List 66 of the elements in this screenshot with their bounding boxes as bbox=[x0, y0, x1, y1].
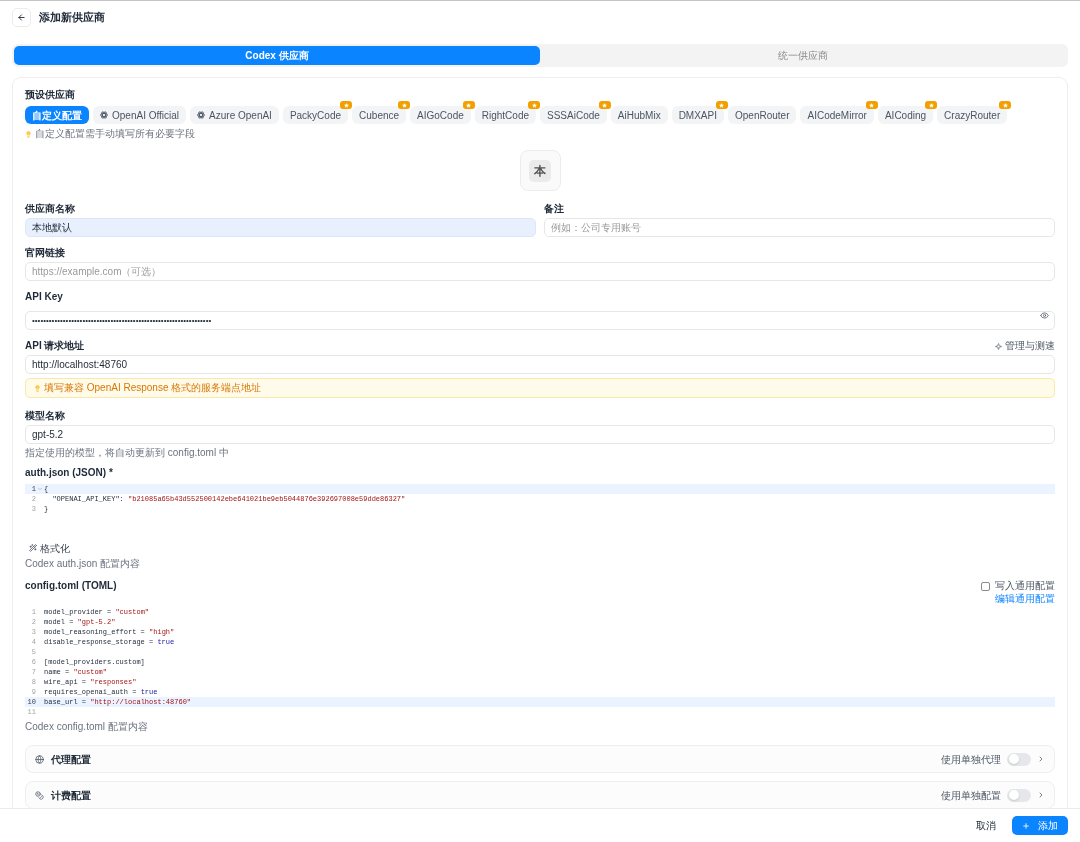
format-button[interactable]: 格式化 bbox=[29, 541, 70, 555]
preset-chip[interactable]: CrazyRouter bbox=[937, 106, 1008, 124]
add-button[interactable]: 添加 bbox=[1012, 816, 1068, 835]
toggle-switch[interactable] bbox=[1007, 788, 1031, 802]
edit-common-config-link[interactable]: 编辑通用配置 bbox=[995, 593, 1055, 605]
hint-text: 自定义配置需手动填写所有必要字段 bbox=[35, 128, 195, 140]
preset-chip[interactable]: OpenRouter bbox=[728, 106, 797, 124]
text-input[interactable]: gpt-5.2 bbox=[25, 425, 1055, 444]
notice-text: 填写兼容 OpenAI Response 格式的服务端点地址 bbox=[44, 382, 262, 394]
preset-chip[interactable]: OpenAI Official bbox=[93, 106, 187, 124]
settings-section-row[interactable]: 计费配置 使用单独配置 bbox=[25, 781, 1055, 808]
preset-chip[interactable]: PackyCode bbox=[282, 106, 349, 124]
page-title: 添加新供应商 bbox=[39, 10, 105, 26]
field-label: 官网链接 bbox=[25, 247, 65, 259]
lightbulb-icon bbox=[34, 384, 41, 392]
chevron-right-icon[interactable] bbox=[1037, 755, 1045, 763]
back-button[interactable] bbox=[12, 8, 31, 27]
field-label: API 请求地址 bbox=[25, 340, 85, 352]
tab[interactable]: Codex 供应商 bbox=[14, 46, 540, 65]
preset-chip[interactable]: SSSAiCode bbox=[540, 106, 607, 124]
field-label: config.toml (TOML) bbox=[25, 580, 117, 592]
preset-chip[interactable]: DMXAPI bbox=[671, 106, 724, 124]
coins-icon bbox=[35, 790, 44, 800]
preset-chip[interactable]: RightCode bbox=[474, 106, 537, 124]
password-input[interactable]: •••••••••••••••••••••••••••••••••••••••••••••••••••••••••••••••• bbox=[25, 311, 1055, 330]
chevron-right-icon[interactable] bbox=[1037, 791, 1045, 799]
section-title: 代理配置 bbox=[51, 752, 91, 767]
flower-logo-icon bbox=[197, 111, 206, 119]
cancel-button[interactable]: 取消 bbox=[974, 816, 998, 835]
field-label: auth.json (JSON) * bbox=[25, 467, 113, 479]
preset-chip[interactable]: 自定义配置 bbox=[25, 106, 89, 124]
field-label: 模型名称 bbox=[25, 410, 65, 422]
lightbulb-icon bbox=[25, 130, 32, 138]
section-label: 预设供应商 bbox=[25, 89, 75, 101]
flower-logo-icon bbox=[100, 111, 108, 119]
field-label: 供应商名称 bbox=[25, 203, 75, 215]
toggle-switch[interactable] bbox=[1007, 752, 1031, 766]
eye-icon[interactable] bbox=[1040, 311, 1049, 320]
back-arrow-icon bbox=[17, 13, 26, 22]
text-input[interactable]: 例如：公司专用账号 bbox=[544, 218, 1055, 237]
text-input[interactable]: 本地默认 bbox=[25, 218, 536, 237]
magic-wand-icon bbox=[29, 544, 37, 552]
section-title: 计费配置 bbox=[51, 788, 91, 803]
avatar-initial: 本 bbox=[529, 159, 551, 182]
sparkle-icon bbox=[995, 342, 1002, 350]
preset-chip[interactable]: Azure OpenAI bbox=[190, 106, 279, 124]
text-input[interactable]: http://localhost:48760 bbox=[25, 355, 1055, 374]
hint-text: 指定使用的模型，将自动更新到 config.toml 中 bbox=[25, 447, 229, 459]
toggle-label: 使用单独配置 bbox=[941, 788, 1001, 803]
text-input[interactable]: https://example.com（可选） bbox=[25, 262, 1055, 281]
checkbox[interactable] bbox=[981, 581, 990, 591]
preset-chip[interactable]: AICodeMirror bbox=[800, 106, 874, 124]
hint-text: Codex auth.json 配置内容 bbox=[25, 558, 141, 570]
preset-chip[interactable]: AIGoCode bbox=[410, 106, 471, 124]
field-label: API Key bbox=[25, 291, 63, 303]
checkbox-label[interactable]: 写入通用配置 bbox=[995, 580, 1055, 592]
field-label: 备注 bbox=[544, 203, 564, 215]
preset-chip[interactable]: AICoding bbox=[877, 106, 934, 124]
manage-test-link[interactable]: 管理与测速 bbox=[995, 340, 1055, 352]
preset-chip[interactable]: AiHubMix bbox=[610, 106, 668, 124]
settings-section-row[interactable]: 代理配置 使用单独代理 bbox=[25, 745, 1055, 773]
preset-chip[interactable]: Cubence bbox=[352, 106, 407, 124]
globe-icon bbox=[35, 754, 44, 764]
plus-icon bbox=[1022, 821, 1030, 830]
hint-text: Codex config.toml 配置内容 bbox=[25, 721, 148, 733]
toggle-label: 使用单独代理 bbox=[941, 752, 1001, 767]
